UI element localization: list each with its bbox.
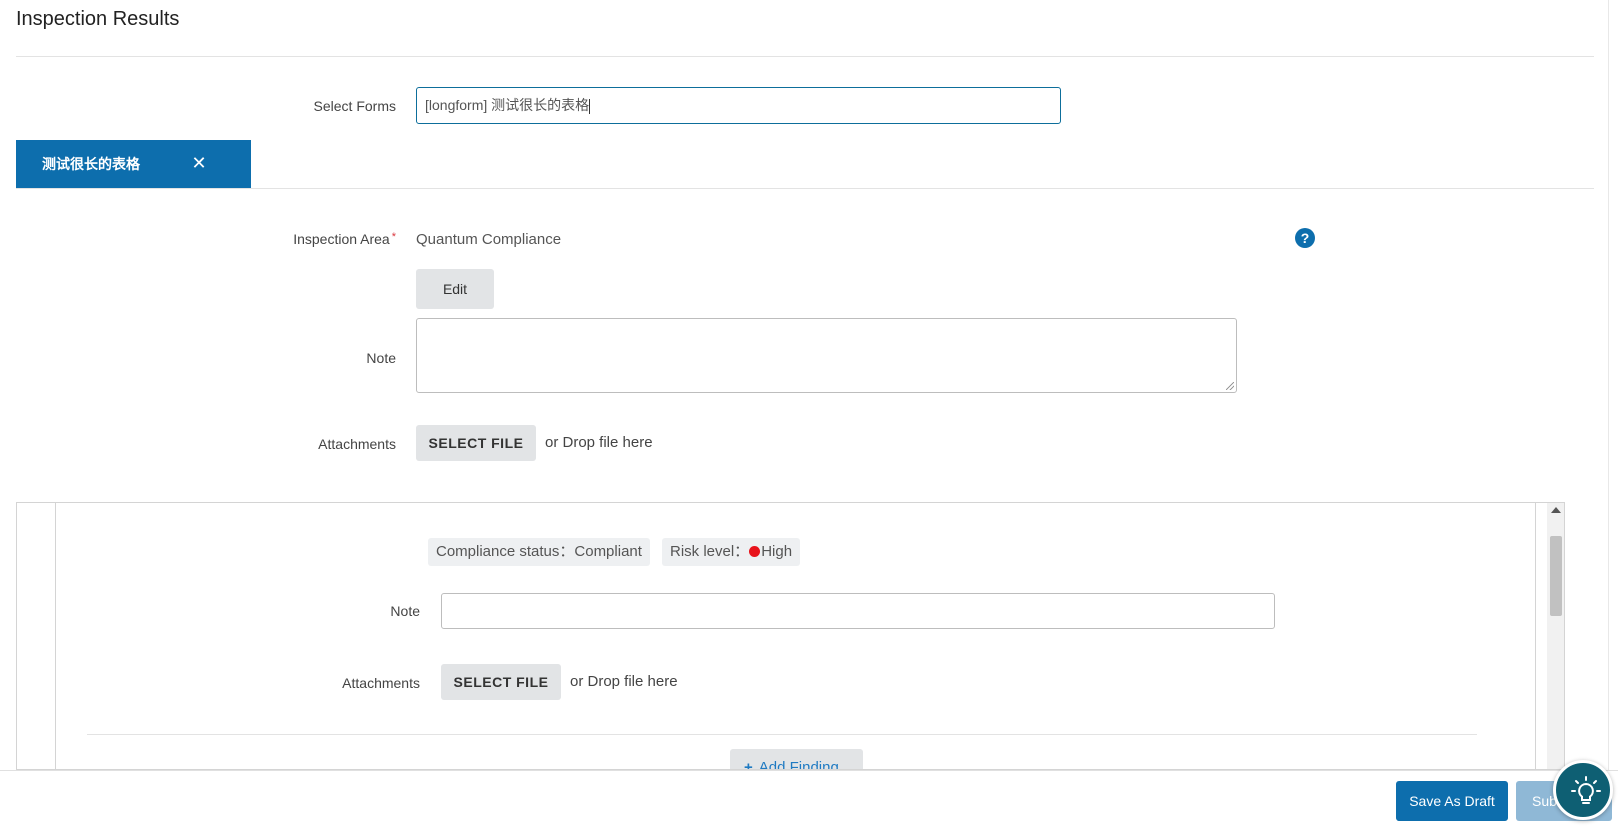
panel-scrollbar[interactable] [1547,503,1564,769]
text-caret [589,98,591,114]
title-divider [16,56,1594,57]
select-file-button[interactable]: SELECT FILE [416,425,536,461]
risk-level-value: High [761,543,793,560]
drop-file-text: or Drop file here [545,434,653,451]
resize-grip[interactable] [1226,382,1234,390]
page-scroll-edge [1608,0,1618,828]
action-bar: Save As Draft Sub [0,770,1618,828]
scroll-up-icon[interactable] [1551,507,1561,513]
note-label: Note [366,350,396,366]
tab-divider [16,188,1594,189]
inspection-area-label: Inspection Area * [230,231,396,247]
lightbulb-icon [1571,776,1601,804]
finding-note-input[interactable] [441,593,1275,629]
finding-note-label: Note [390,603,420,619]
select-forms-input[interactable]: [longform] 测试很长的表格 [416,87,1061,124]
risk-dot-icon [749,546,761,557]
compliance-status-chip: Compliance status：Compliant [428,538,650,566]
inspection-area-label-text: Inspection Area [293,231,390,247]
risk-level-prefix: Risk level： [670,543,750,560]
close-icon[interactable]: ✕ [190,154,208,172]
risk-level-chip: Risk level： High [662,538,801,566]
plus-icon: + [744,759,753,770]
inspection-area-value: Quantum Compliance [416,231,562,248]
finding-attachments-label: Attachments [342,675,420,691]
finding-select-file-button[interactable]: SELECT FILE [441,664,561,700]
edit-button[interactable]: Edit [416,269,494,309]
question-circle-icon[interactable]: ? [1295,228,1315,248]
lightbulb-help-button[interactable] [1553,760,1613,820]
required-mark: * [391,231,396,243]
attachments-label: Attachments [318,436,396,452]
tab-form-label: 测试很长的表格 [42,156,140,172]
finding-drop-file-text: or Drop file here [570,673,678,690]
add-finding-button[interactable]: + Add Finding [730,749,863,770]
select-forms-value: [longform] 测试很长的表格 [425,97,590,113]
note-textarea[interactable] [416,318,1237,393]
page-title: Inspection Results [16,8,180,30]
add-finding-label: Add Finding [758,759,839,770]
select-forms-label: Select Forms [313,98,396,114]
scroll-thumb[interactable] [1550,536,1562,616]
save-as-draft-button[interactable]: Save As Draft [1396,781,1508,821]
tab-form[interactable]: 测试很长的表格 ✕ [16,140,251,188]
finding-divider [87,734,1477,735]
finding-panel[interactable]: Compliance status：Compliant Risk level： H… [16,502,1565,770]
